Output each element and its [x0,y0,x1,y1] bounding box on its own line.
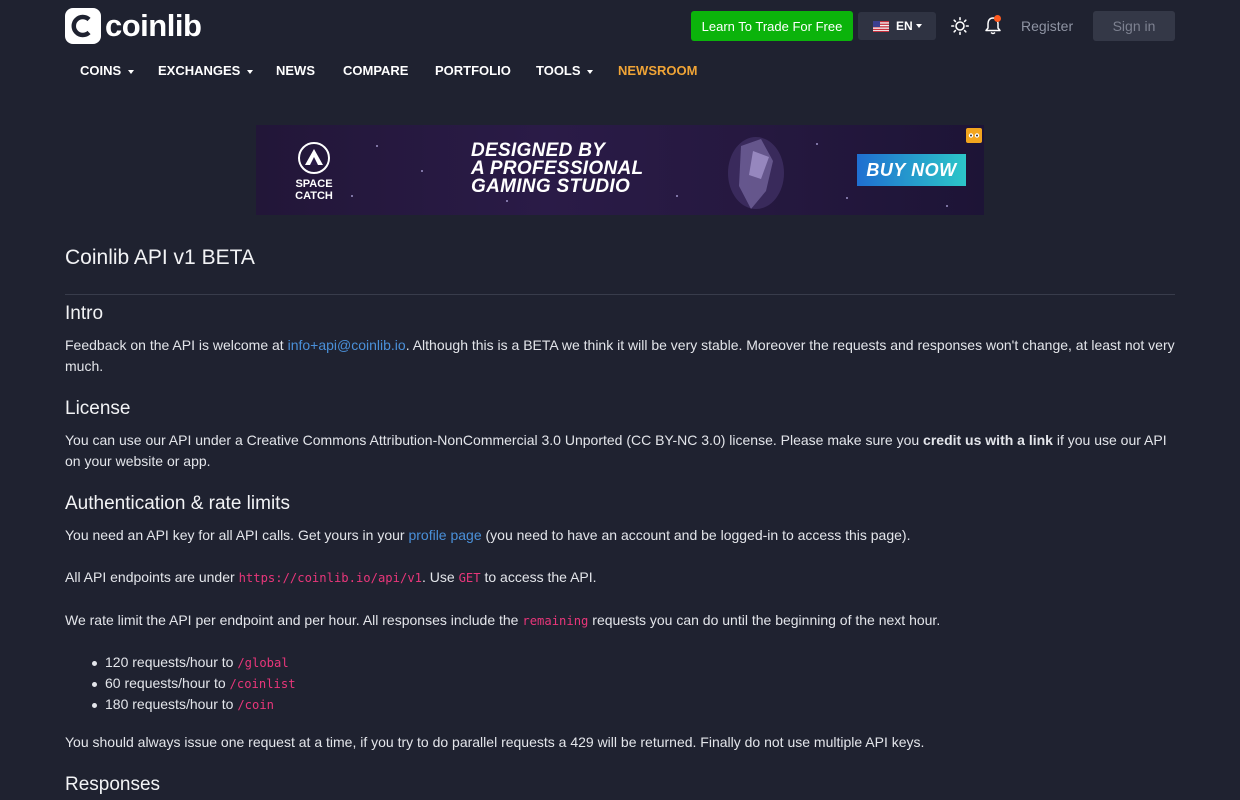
api-base-url-code: https://coinlib.io/api/v1 [238,571,422,585]
nav-tools-label: TOOLS [536,63,581,78]
nav-exchanges[interactable]: EXCHANGES [158,63,253,79]
rate-limit-text: 60 requests/hour to [105,675,230,691]
page-title: Coinlib API v1 BETA [65,246,255,269]
ad-character-illustration [711,131,801,215]
ad-star [816,143,818,145]
coinlib-logo-icon [65,8,101,44]
endpoint-code: /coin [237,698,274,712]
nav-coins-label: COINS [80,63,122,78]
chevron-down-icon [587,69,594,74]
nav-portfolio[interactable]: PORTFOLIO [435,63,511,79]
ad-star [376,145,378,147]
auth-p2-text-1: All API endpoints are under [65,569,239,585]
license-paragraph: You can use our API under a Creative Com… [65,430,1177,472]
top-bar: coinlib Learn To Trade For Free EN Regis… [65,8,1175,44]
ad-choices-icon[interactable] [966,128,982,143]
nav-exchanges-label: EXCHANGES [158,63,241,78]
ad-star [506,200,508,202]
auth-p3-text-2: requests you can do until the beginning … [588,612,941,628]
ad-brand-line2: CATCH [295,190,333,202]
bell-icon[interactable] [984,15,1002,36]
ad-star [946,205,948,207]
auth-p1-text-1: You need an API key for all API calls. G… [65,527,409,543]
auth-paragraph-4: You should always issue one request at a… [65,734,925,750]
get-method-code: GET [458,571,481,585]
license-bold-text: credit us with a link [923,432,1053,448]
profile-page-link[interactable]: profile page [408,527,481,543]
auth-heading: Authentication & rate limits [65,493,290,514]
auth-p2-text-2: . Use [422,569,459,585]
ad-star [421,170,423,172]
list-item: 180 requests/hour to /coin [92,694,296,715]
ad-star [351,195,353,197]
endpoint-code: /global [237,656,289,670]
nav-compare[interactable]: COMPARE [343,63,408,79]
feedback-email-link[interactable]: info+api@coinlib.io [288,337,406,353]
intro-heading: Intro [65,303,104,324]
learn-to-trade-button[interactable]: Learn To Trade For Free [691,11,853,41]
list-item: 60 requests/hour to /coinlist [92,673,296,694]
sign-in-button[interactable]: Sign in [1093,11,1175,41]
auth-p1-text-2: (you need to have an account and be logg… [481,527,911,543]
space-catch-logo-icon [298,142,330,174]
sun-icon[interactable] [951,17,970,36]
rate-limit-text: 180 requests/hour to [105,696,238,712]
divider [65,294,1175,295]
intro-text-1: Feedback on the API is welcome at [65,337,288,353]
ad-brand: SPACE CATCH [286,141,342,202]
chevron-down-icon [246,69,253,74]
auth-paragraph-1: You need an API key for all API calls. G… [65,525,1177,546]
ad-banner[interactable]: SPACE CATCH DESIGNED BY A PROFESSIONAL G… [256,125,984,215]
remaining-code: remaining [522,614,589,628]
ad-brand-line1: SPACE [295,178,333,190]
auth-p2-text-3: to access the API. [480,569,597,585]
ad-star [676,195,678,197]
us-flag-icon [873,20,889,32]
intro-paragraph: Feedback on the API is welcome at info+a… [65,335,1177,377]
auth-p3-text-1: We rate limit the API per endpoint and p… [65,612,523,628]
responses-heading: Responses [65,774,161,795]
register-link[interactable]: Register [1021,18,1073,34]
nav-newsroom[interactable]: NEWSROOM [618,63,697,79]
chevron-down-icon [915,24,922,28]
nav-news[interactable]: NEWS [276,63,315,79]
nav-tools[interactable]: TOOLS [536,63,594,79]
nav-coins[interactable]: COINS [80,63,134,79]
list-item: 120 requests/hour to /global [92,652,296,673]
ad-headline-line3: GAMING STUDIO [471,176,631,197]
ad-star [846,197,848,199]
logo-text: coinlib [105,8,202,43]
auth-paragraph-2: All API endpoints are under https://coin… [65,567,1177,589]
ad-headline: DESIGNED BY A PROFESSIONAL GAMING STUDIO [471,141,643,197]
rate-limit-text: 120 requests/hour to [105,654,238,670]
endpoint-code: /coinlist [229,677,296,691]
ad-buy-now-button[interactable]: BUY NOW [857,154,966,186]
license-text-1: You can use our API under a Creative Com… [65,432,924,448]
auth-paragraph-3: We rate limit the API per endpoint and p… [65,610,1177,632]
notification-dot [994,15,1001,22]
chevron-down-icon [127,69,134,74]
license-heading: License [65,398,131,419]
language-selector[interactable]: EN [858,12,936,40]
rate-limit-list: 120 requests/hour to /global 60 requests… [92,652,296,715]
logo[interactable]: coinlib [65,8,202,44]
language-label: EN [896,19,913,33]
